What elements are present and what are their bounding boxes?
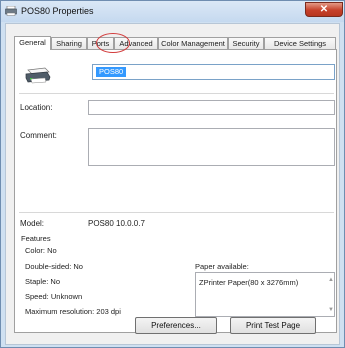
close-button[interactable]: ✕	[305, 2, 343, 17]
printer-name-input[interactable]: POS80	[92, 64, 335, 80]
tab-sharing[interactable]: Sharing	[51, 37, 87, 49]
location-input[interactable]	[88, 100, 335, 115]
feature-max-resolution: Maximum resolution: 203 dpi	[25, 307, 121, 316]
model-label: Model:	[20, 219, 45, 228]
printer-name-value: POS80	[96, 67, 127, 77]
title-bar: POS80 Properties ✕	[1, 1, 344, 22]
preferences-button[interactable]: Preferences...	[135, 317, 217, 334]
feature-double-sided: Double-sided: No	[25, 262, 83, 271]
feature-staple: Staple: No	[25, 277, 61, 286]
print-test-page-button[interactable]: Print Test Page	[230, 317, 316, 334]
scroll-up-icon[interactable]: ▲	[328, 277, 334, 283]
feature-speed: Speed: Unknown	[25, 292, 83, 301]
features-section: Features Color: No Double-sided: No Stap…	[19, 234, 335, 327]
paper-item[interactable]: ZPrinter Paper(80 x 3276mm)	[199, 278, 298, 287]
features-label: Features	[21, 234, 51, 243]
comment-input[interactable]	[88, 128, 335, 166]
tab-color-management[interactable]: Color Management	[158, 37, 228, 49]
divider	[19, 93, 334, 94]
printer-icon	[5, 6, 17, 16]
tab-device-settings[interactable]: Device Settings	[264, 37, 336, 49]
printer-large-icon	[25, 67, 51, 84]
location-label: Location:	[20, 103, 53, 112]
dialog-body: General Sharing Ports Advanced Color Man…	[5, 23, 340, 345]
feature-color: Color: No	[25, 246, 57, 255]
window-title: POS80 Properties	[21, 6, 94, 16]
properties-window: POS80 Properties ✕ General Sharing Ports…	[0, 0, 345, 348]
paper-available-list[interactable]: ZPrinter Paper(80 x 3276mm) ▲ ▼	[195, 272, 335, 317]
divider	[19, 212, 334, 213]
comment-label: Comment:	[20, 131, 57, 140]
general-panel: POS80 Location: Comment: Model: POS80 10…	[14, 49, 337, 333]
tab-general[interactable]: General	[14, 36, 51, 50]
tab-security[interactable]: Security	[228, 37, 264, 49]
ports-highlight-circle	[96, 33, 130, 53]
paper-available-label: Paper available:	[195, 262, 249, 271]
model-value: POS80 10.0.0.7	[88, 219, 145, 228]
scroll-down-icon[interactable]: ▼	[328, 307, 334, 313]
